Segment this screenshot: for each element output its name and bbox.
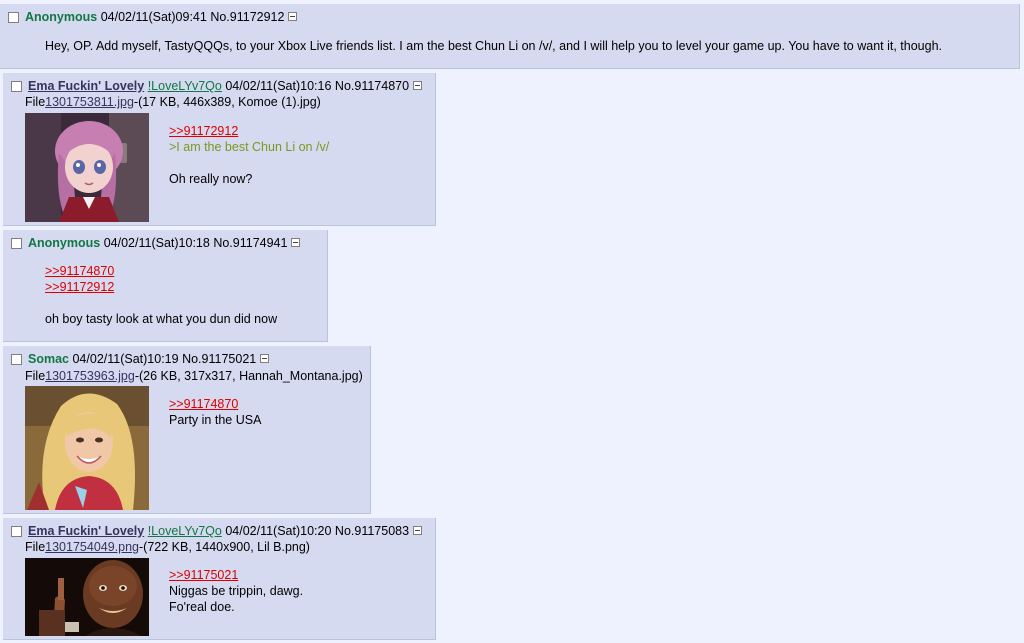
poster-name[interactable]: Ema Fuckin' Lovely [28,524,144,538]
file-info-line: File1301753811.jpg-(17 KB, 446x389, Komo… [25,94,321,110]
post-body: Hey, OP. Add myself, TastyQQQs, to your … [45,38,942,54]
poster-name: Anonymous [25,10,98,24]
hide-post-icon[interactable] [288,12,298,21]
post-datetime: 04/02/11(Sat)10:19 [72,352,179,366]
post-header: Ema Fuckin' Lovely !LoveLYv7Qo 04/02/11(… [11,523,423,539]
post-checkbox[interactable] [11,526,22,537]
file-link[interactable]: 1301753811.jpg [45,95,134,109]
post-text: Fo'real doe. [169,600,235,614]
post-datetime: 04/02/11(Sat)10:16 [225,79,332,93]
file-link[interactable]: 1301754049.png [45,540,139,554]
post-number[interactable]: No.91174941 [213,236,287,250]
poster-name: Anonymous [28,236,101,250]
file-label: File [25,95,46,109]
post-number[interactable]: No.91175021 [182,352,256,366]
file-link[interactable]: 1301753963.jpg [45,369,135,383]
quote-link[interactable]: >>91172912 [169,123,329,139]
post-text: Oh really now? [169,172,253,186]
post-body: >>91174870 Party in the USA [169,396,261,428]
post-checkbox[interactable] [11,81,22,92]
post-checkbox[interactable] [11,238,22,249]
poster-name: Somac [28,352,69,366]
post-body: >>91172912 >I am the best Chun Li on /v/… [169,123,329,187]
post-header: Ema Fuckin' Lovely !LoveLYv7Qo 04/02/11(… [11,78,423,94]
anime-girl-thumbnail[interactable] [25,113,149,222]
file-label: File [25,540,46,554]
tripcode: !LoveLYv7Qo [147,79,222,93]
post-number[interactable]: No.91172912 [210,10,284,24]
post-checkbox[interactable] [11,354,22,365]
post-checkbox[interactable] [8,12,19,23]
post-text: Party in the USA [169,413,262,427]
post-datetime: 04/02/11(Sat)10:20 [225,524,332,538]
hide-post-icon[interactable] [413,526,423,535]
post-datetime: 04/02/11(Sat)10:18 [103,236,210,250]
file-label: File [25,369,46,383]
file-details: -(722 KB, 1440x900, Lil B.png) [139,540,310,554]
hide-post-icon[interactable] [260,354,270,363]
greentext: >I am the best Chun Li on /v/ [169,140,330,154]
quote-link[interactable]: >>91174870 [169,396,261,412]
post: Anonymous 04/02/11(Sat)09:41 No.91172912… [0,4,1020,69]
hide-post-icon[interactable] [291,238,301,247]
post-text: Niggas be trippin, dawg. [169,584,304,598]
post-number[interactable]: No.91175083 [335,524,409,538]
quote-link[interactable]: >>91174870 [45,263,277,279]
post-number[interactable]: No.91174870 [335,79,409,93]
file-details: -(26 KB, 317x317, Hannah_Montana.jpg) [134,369,363,383]
post-text: oh boy tasty look at what you dun did no… [45,312,278,326]
rapper-photo-thumbnail[interactable] [25,558,149,636]
post-datetime: 04/02/11(Sat)09:41 [100,10,207,24]
quote-link[interactable]: >>91172912 [45,279,277,295]
quote-link[interactable]: >>91175021 [169,567,303,583]
post-text: Hey, OP. Add myself, TastyQQQs, to your … [45,39,943,53]
post-header: Anonymous 04/02/11(Sat)09:41 No.91172912 [8,9,298,25]
hide-post-icon[interactable] [413,81,423,90]
file-info-line: File1301753963.jpg-(26 KB, 317x317, Hann… [25,368,363,384]
file-details: -(17 KB, 446x389, Komoe (1).jpg) [133,95,321,109]
blonde-girl-photo-thumbnail[interactable] [25,386,149,510]
file-info-line: File1301754049.png-(722 KB, 1440x900, Li… [25,539,310,555]
post-header: Somac 04/02/11(Sat)10:19 No.91175021 [11,351,270,367]
post-body: >>91174870 >>91172912 oh boy tasty look … [45,263,277,327]
poster-name[interactable]: Ema Fuckin' Lovely [28,79,144,93]
tripcode: !LoveLYv7Qo [147,524,222,538]
post-header: Anonymous 04/02/11(Sat)10:18 No.91174941 [11,235,301,251]
post-body: >>91175021 Niggas be trippin, dawg. Fo'r… [169,567,303,615]
